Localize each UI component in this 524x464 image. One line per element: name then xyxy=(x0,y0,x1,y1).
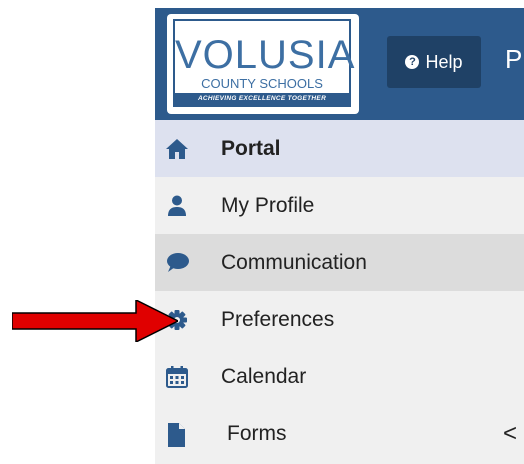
sidebar-item-calendar[interactable]: Calendar xyxy=(155,348,524,405)
comment-icon xyxy=(167,253,189,272)
file-icon xyxy=(168,423,185,447)
sidebar-item-label: Communication xyxy=(221,251,367,274)
sidebar-item-label: Preferences xyxy=(221,308,335,331)
sidebar-item-label: Forms xyxy=(227,422,287,445)
logo-subtitle: COUNTY SCHOOLS xyxy=(201,76,323,91)
logo-wordmark: VOLUSIA xyxy=(175,33,356,77)
sidebar-item-label: My Profile xyxy=(221,194,315,217)
chevron-left-icon[interactable]: < xyxy=(503,422,519,446)
top-header: VOLUSIA COUNTY SCHOOLS ACHIEVING EXCELLE… xyxy=(155,8,524,120)
sidebar-item-communication[interactable]: Communication xyxy=(155,234,524,291)
sidebar-item-my-profile[interactable]: My Profile xyxy=(155,177,524,234)
volusia-county-schools-logo[interactable]: VOLUSIA COUNTY SCHOOLS ACHIEVING EXCELLE… xyxy=(167,14,359,114)
help-button[interactable]: ? Help xyxy=(387,36,481,88)
sidebar-item-portal[interactable]: Portal xyxy=(155,120,524,177)
logo-frame: VOLUSIA COUNTY SCHOOLS ACHIEVING EXCELLE… xyxy=(173,19,356,107)
question-circle-icon: ? xyxy=(405,55,420,69)
header-title-partial: P xyxy=(505,44,523,74)
calendar-icon xyxy=(166,366,188,388)
help-label: Help xyxy=(425,52,463,72)
sidebar-item-label: Calendar xyxy=(221,365,307,388)
user-icon xyxy=(168,195,186,216)
home-icon xyxy=(166,139,188,159)
sidebar-item-preferences[interactable]: Preferences xyxy=(155,291,524,348)
logo-tagline: ACHIEVING EXCELLENCE TOGETHER xyxy=(175,93,349,105)
sidebar-item-label: Portal xyxy=(221,137,281,160)
red-arrow-annotation xyxy=(12,300,178,342)
sidebar-item-forms[interactable]: Forms < xyxy=(155,405,524,464)
